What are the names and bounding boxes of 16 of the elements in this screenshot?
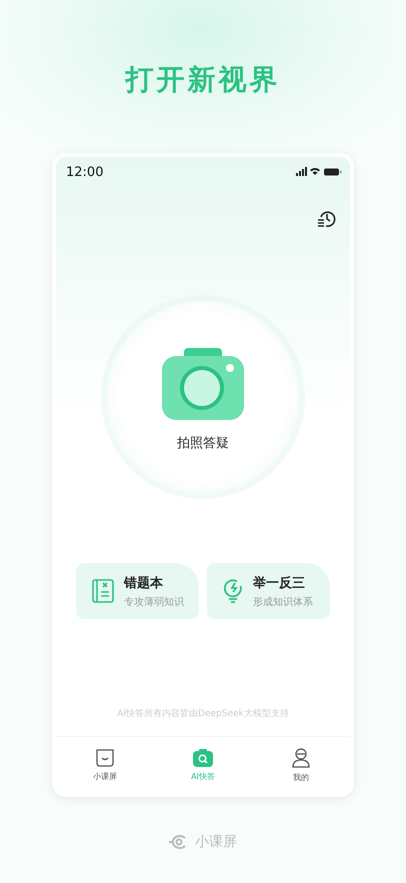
feature-card[interactable]: 错题本 专攻薄弱知识 bbox=[76, 563, 199, 619]
photo-question-button[interactable]: 拍照答疑 bbox=[162, 348, 244, 452]
status-icons bbox=[296, 167, 342, 177]
tab[interactable]: 小课屏 bbox=[56, 737, 154, 793]
camera-search-icon bbox=[193, 748, 213, 766]
screen-icon bbox=[95, 748, 115, 766]
notebook-icon bbox=[92, 579, 114, 603]
lightbulb-icon bbox=[223, 579, 243, 603]
feature-card[interactable]: 举一反三 形成知识体系 bbox=[207, 563, 330, 619]
status-time: 12:00 bbox=[66, 164, 104, 180]
tab[interactable]: 我的 bbox=[252, 737, 350, 793]
person-icon bbox=[292, 748, 310, 768]
camera-icon bbox=[162, 348, 244, 420]
history-icon[interactable] bbox=[316, 209, 336, 229]
headline: 打开新视界 bbox=[126, 62, 280, 98]
brand-name: 小课屏 bbox=[195, 833, 237, 851]
